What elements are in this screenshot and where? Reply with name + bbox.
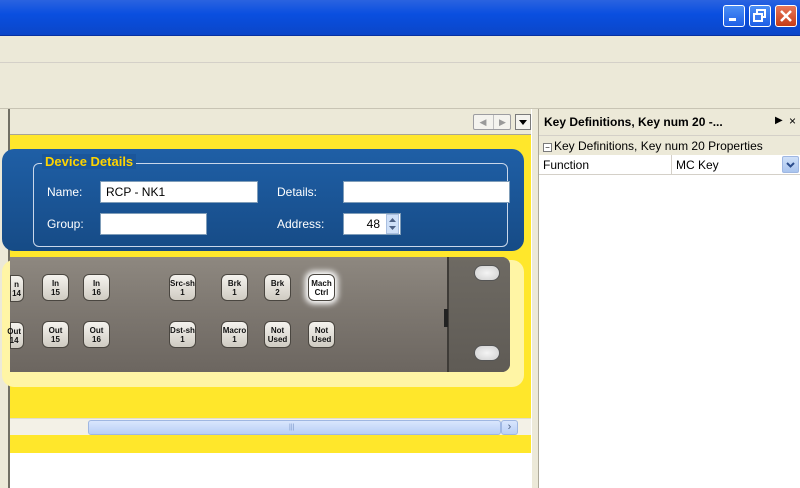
property-name: Function [543,158,590,172]
tab-nav-arrows[interactable]: ◀ ▶ [473,114,511,130]
group-label: Group: [47,217,84,231]
pane-splitter[interactable] [531,109,539,488]
horizontal-scrollbar[interactable]: ||| › [10,418,531,435]
name-field[interactable]: RCP - NK1 [100,181,258,203]
function-dropdown-button[interactable] [782,156,799,173]
rack-mount-hole-bottom [474,345,500,361]
grip-icon: ||| [289,424,295,431]
panel-key[interactable]: Macro 1 [221,321,248,348]
rack-mount-hole-top [474,265,500,281]
scroll-right-button[interactable]: › [501,420,518,435]
panel-key[interactable]: Not Used [264,321,291,348]
properties-title: Key Definitions, Key num 20 -... [544,115,723,129]
menu-bar [0,36,800,63]
device-details-panel: Device Details Name: RCP - NK1 Details: … [2,149,524,251]
group-field[interactable] [100,213,207,235]
panel-key[interactable]: Not Used [308,321,335,348]
toolbar [0,63,800,109]
restore-button[interactable] [749,5,771,27]
spinner-arrows-icon [389,218,396,230]
panel-key[interactable]: Out 15 [42,321,69,348]
rack-slot [444,309,448,327]
document-area: ◀ ▶ Device Details Name: RCP - NK1 Detai… [2,109,531,488]
panel-key[interactable]: Out 16 [83,321,110,348]
minimize-button[interactable] [723,5,745,27]
device-details-legend: Device Details [42,154,137,169]
address-spinner[interactable] [386,214,399,234]
close-button[interactable] [775,5,797,27]
chevron-right-icon: › [507,421,512,433]
properties-pane: Key Definitions, Key num 20 -... ▶ × − Ke… [539,109,800,488]
minimize-icon [729,18,736,21]
panel-key[interactable]: In 15 [42,274,69,301]
document-tab-strip: ◀ ▶ [10,109,531,135]
panel-key[interactable]: Src-sh 1 [169,274,196,301]
chevron-down-icon [786,162,795,168]
pin-icon[interactable]: ▶ [775,115,783,126]
property-value: MC Key [676,158,719,172]
panel-key[interactable]: n 14 [10,275,24,302]
panel-key[interactable]: Dst-sh 1 [169,321,196,348]
properties-header: Key Definitions, Key num 20 -... ▶ × [539,109,800,135]
panel-key-selected[interactable]: Mach Ctrl [308,274,335,301]
chevron-down-icon [519,120,527,125]
function-select[interactable]: MC Key [671,155,800,175]
property-category-label: Key Definitions, Key num 20 Properties [554,139,763,153]
rack-ear [447,257,510,372]
tab-list-dropdown[interactable] [515,114,531,130]
collapse-icon[interactable]: − [543,143,552,152]
panel-key[interactable]: In 16 [83,274,110,301]
details-label: Details: [277,185,318,199]
panel-key[interactable]: Brk 1 [221,274,248,301]
panel-bottom-strip [10,443,531,453]
name-label: Name: [47,185,83,199]
details-field[interactable] [343,181,510,203]
window-title-bar [0,0,800,36]
property-category[interactable]: − Key Definitions, Key num 20 Properties [539,135,800,155]
panel-key[interactable]: Brk 2 [264,274,291,301]
property-row-function[interactable]: Function MC Key [539,155,800,175]
close-icon [780,10,792,22]
tab-prev-icon[interactable]: ◀ [474,115,492,129]
address-label: Address: [277,217,325,231]
tab-next-icon[interactable]: ▶ [493,115,511,129]
scrollbar-thumb[interactable]: ||| [88,420,501,435]
restore-icon [753,9,766,22]
close-pane-icon[interactable]: × [789,114,796,128]
panel-key[interactable]: Out 14 [7,322,24,349]
